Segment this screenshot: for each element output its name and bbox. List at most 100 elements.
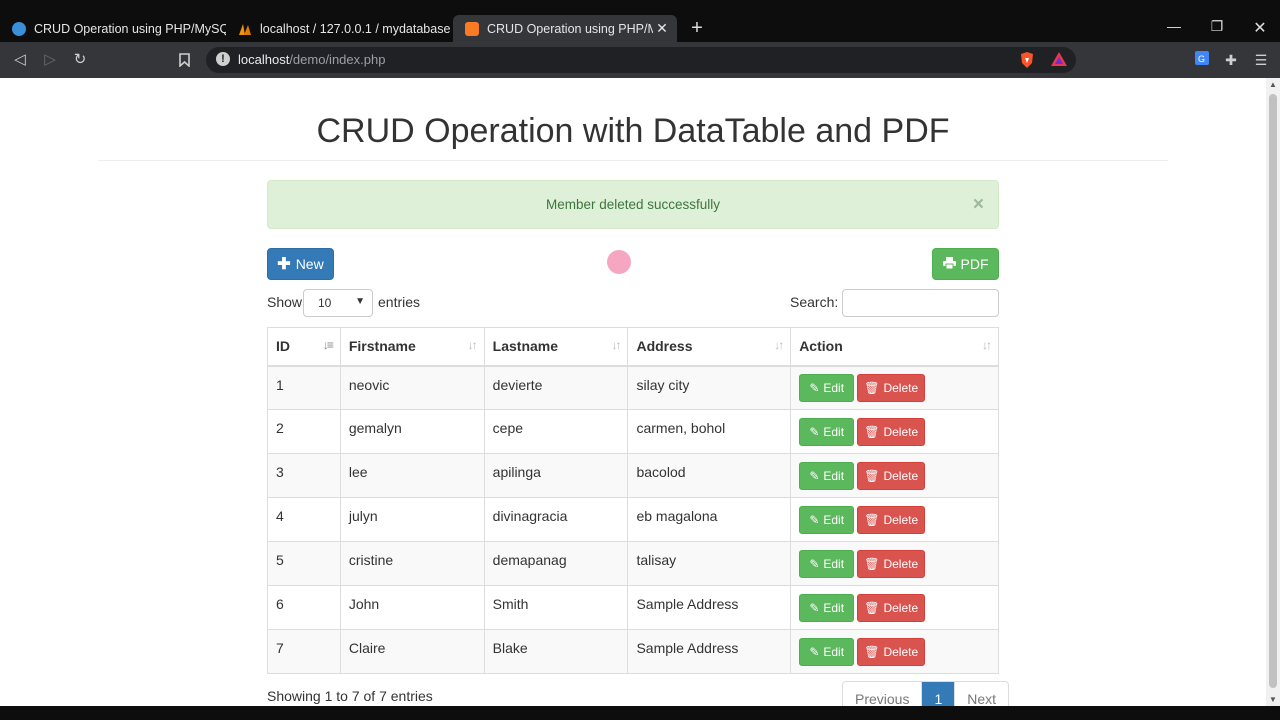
cell-lastname: demapanag <box>483 541 629 586</box>
trash-icon: 🗑 <box>864 644 880 659</box>
page-scrollbar[interactable]: ▲ ▼ <box>1266 78 1280 706</box>
scroll-up-icon[interactable]: ▲ <box>1269 80 1277 89</box>
column-header-id[interactable]: ID ↓≡ <box>267 327 341 367</box>
bookmark-icon[interactable] <box>174 50 194 70</box>
brave-shield-icon[interactable] <box>1018 51 1036 69</box>
info-icon[interactable]: ! <box>216 52 230 66</box>
column-header-lastname[interactable]: Lastname ↓↑ <box>483 327 629 367</box>
alert-close-button[interactable]: × <box>973 181 984 228</box>
edit-button[interactable]: ✎ Edit <box>799 637 855 666</box>
entries-select-value: 10 <box>318 296 332 310</box>
mouse-cursor-highlight <box>607 250 631 274</box>
delete-button-label: Delete <box>883 468 919 483</box>
tab-label: CRUD Operation using PHP/MySQ <box>487 21 653 36</box>
cell-address: carmen, bohol <box>627 409 792 454</box>
tab-crud-active[interactable]: CRUD Operation using PHP/MySQ ✕ <box>453 15 677 42</box>
back-icon[interactable]: ◁ <box>10 50 30 70</box>
page-title: CRUD Operation with DataTable and PDF <box>316 112 950 150</box>
new-tab-button[interactable]: + <box>686 17 708 39</box>
minimize-icon[interactable]: — <box>1164 18 1184 34</box>
taskbar-edge <box>0 706 1280 720</box>
chevron-down-icon: ▼ <box>355 296 365 307</box>
edit-button[interactable]: ✎ Edit <box>799 505 855 534</box>
previous-page-button[interactable]: Previous <box>843 682 923 706</box>
trash-icon: 🗑 <box>864 512 880 527</box>
cell-id: 4 <box>267 497 341 542</box>
cell-firstname: neovic <box>339 365 485 410</box>
edit-button[interactable]: ✎ Edit <box>799 593 855 622</box>
table-info: Showing 1 to 7 of 7 entries <box>267 688 433 704</box>
delete-button[interactable]: 🗑 Delete <box>857 505 926 534</box>
divider <box>98 160 1168 161</box>
cell-address: bacolod <box>627 453 792 498</box>
page-button-1[interactable]: 1 <box>922 682 956 706</box>
table-row: 4 julyn divinagracia eb magalona ✎ Edit 🗑 Delet… <box>267 497 999 542</box>
edit-button-label: Edit <box>823 380 845 395</box>
column-header-action[interactable]: Action ↓↑ <box>790 327 999 367</box>
cell-firstname: julyn <box>339 497 485 542</box>
cell-address: Sample Address <box>627 629 792 674</box>
sort-icon: ↓↑ <box>982 338 992 352</box>
column-header-address[interactable]: Address ↓↑ <box>627 327 792 367</box>
edit-icon: ✎ <box>809 512 820 527</box>
delete-button[interactable]: 🗑 Delete <box>857 549 926 578</box>
delete-button[interactable]: 🗑 Delete <box>857 373 926 402</box>
edit-button[interactable]: ✎ Edit <box>799 549 855 578</box>
delete-button[interactable]: 🗑 Delete <box>857 461 926 490</box>
cell-address: Sample Address <box>627 585 792 630</box>
delete-button[interactable]: 🗑 Delete <box>857 637 926 666</box>
edit-button[interactable]: ✎ Edit <box>799 373 855 402</box>
restore-icon[interactable]: ❐ <box>1207 18 1227 35</box>
phpmyadmin-icon <box>238 22 252 36</box>
new-member-button[interactable]: ✚ New <box>267 248 334 280</box>
translate-icon[interactable]: G <box>1192 50 1212 70</box>
table-header-row: ID ↓≡ Firstname ↓↑ Lastname ↓↑ Address ↓↑ Ac… <box>267 327 999 367</box>
cell-firstname: Claire <box>339 629 485 674</box>
trash-icon: 🗑 <box>864 380 880 395</box>
scroll-thumb[interactable] <box>1269 94 1277 688</box>
cell-lastname: Smith <box>483 585 629 630</box>
cell-action: ✎ Edit 🗑 Delete <box>790 585 999 630</box>
scroll-down-icon[interactable]: ▼ <box>1269 695 1277 704</box>
cell-lastname: Blake <box>483 629 629 674</box>
edit-icon: ✎ <box>809 644 820 659</box>
edit-icon: ✎ <box>809 468 820 483</box>
tab-label: CRUD Operation using PHP/MySQLi w <box>34 22 226 36</box>
table-row: 2 gemalyn cepe carmen, bohol ✎ Edit 🗑 Delete <box>267 409 999 454</box>
menu-icon[interactable]: ☰ <box>1251 50 1271 70</box>
close-window-icon[interactable]: ✕ <box>1250 18 1270 38</box>
address-bar[interactable]: ! localhost/demo/index.php <box>206 47 1076 73</box>
extensions-icon[interactable]: ✚ <box>1221 50 1241 70</box>
delete-button-label: Delete <box>883 512 919 527</box>
cell-id: 5 <box>267 541 341 586</box>
cell-lastname: divinagracia <box>483 497 629 542</box>
browser-tab-bar: CRUD Operation using PHP/MySQLi w localh… <box>0 0 1280 42</box>
trash-icon: 🗑 <box>864 424 880 439</box>
edit-button[interactable]: ✎ Edit <box>799 417 855 446</box>
cell-lastname: cepe <box>483 409 629 454</box>
cell-id: 7 <box>267 629 341 674</box>
tab-crud-mysqli[interactable]: CRUD Operation using PHP/MySQLi w <box>0 16 226 42</box>
pdf-button[interactable]: PDF <box>932 248 999 280</box>
brave-rewards-icon[interactable] <box>1050 51 1068 72</box>
cell-firstname: lee <box>339 453 485 498</box>
edit-button-label: Edit <box>823 556 845 571</box>
forward-icon[interactable]: ▷ <box>40 50 60 70</box>
delete-button[interactable]: 🗑 Delete <box>857 593 926 622</box>
next-page-button[interactable]: Next <box>955 682 1008 706</box>
close-tab-icon[interactable]: ✕ <box>653 20 671 37</box>
cell-id: 2 <box>267 409 341 454</box>
column-header-firstname[interactable]: Firstname ↓↑ <box>339 327 485 367</box>
edit-icon: ✎ <box>809 556 820 571</box>
tab-phpmyadmin[interactable]: localhost / 127.0.0.1 / mydatabase / m <box>226 16 452 42</box>
cell-lastname: apilinga <box>483 453 629 498</box>
entries-select[interactable]: 10 ▼ <box>303 289 373 317</box>
search-input[interactable] <box>842 289 999 317</box>
cell-action: ✎ Edit 🗑 Delete <box>790 409 999 454</box>
trash-icon: 🗑 <box>864 600 880 615</box>
delete-button[interactable]: 🗑 Delete <box>857 417 926 446</box>
pagination: Previous 1 Next <box>842 681 1010 706</box>
edit-button[interactable]: ✎ Edit <box>799 461 855 490</box>
reload-icon[interactable]: ↻ <box>70 50 90 70</box>
table-row: 3 lee apilinga bacolod ✎ Edit 🗑 Delete <box>267 453 999 498</box>
